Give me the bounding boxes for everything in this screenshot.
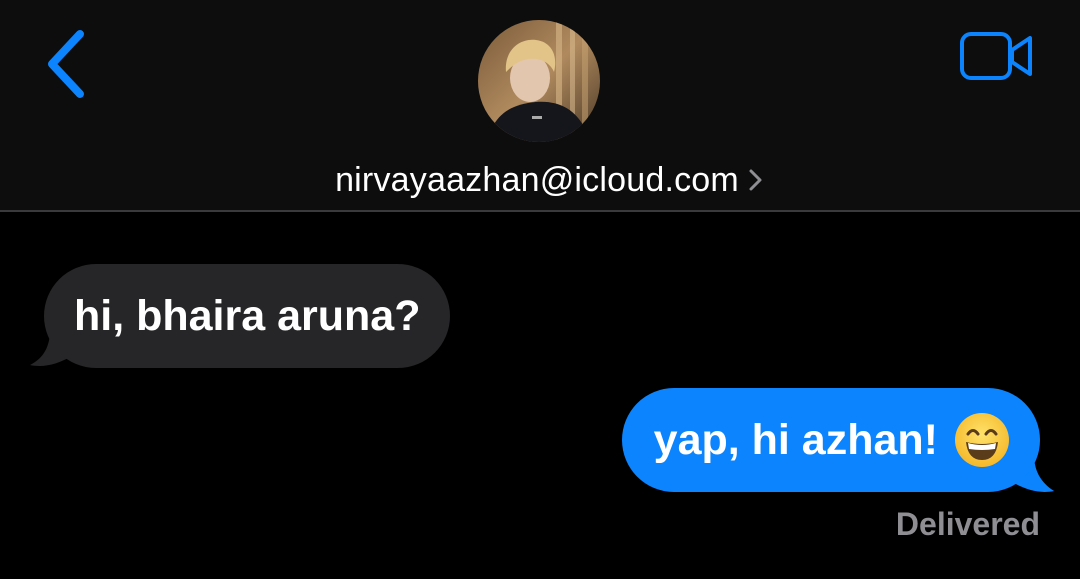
video-camera-icon: [960, 32, 1032, 80]
delivery-status: Delivered: [895, 506, 1040, 542]
incoming-message-bubble[interactable]: hi, bhaira aruna?: [44, 264, 451, 368]
contact-email: nirvayaazhan@icloud.com: [335, 160, 739, 199]
conversation-header: nirvayaazhan@icloud.com: [0, 0, 1080, 212]
outgoing-message-bubble[interactable]: yap, hi azhan!: [621, 388, 1040, 492]
back-button[interactable]: [40, 26, 96, 102]
contact-avatar[interactable]: [478, 20, 600, 142]
contact-info-button[interactable]: nirvayaazhan@icloud.com: [0, 156, 1080, 204]
message-text: yap, hi azhan!: [653, 415, 938, 464]
avatar-photo: [478, 20, 600, 142]
facetime-video-button[interactable]: [958, 30, 1036, 82]
grinning-face-emoji: [955, 413, 1009, 467]
chevron-left-icon: [48, 30, 84, 98]
message-text: hi, bhaira aruna?: [74, 291, 421, 340]
chevron-right-icon: [749, 169, 762, 191]
